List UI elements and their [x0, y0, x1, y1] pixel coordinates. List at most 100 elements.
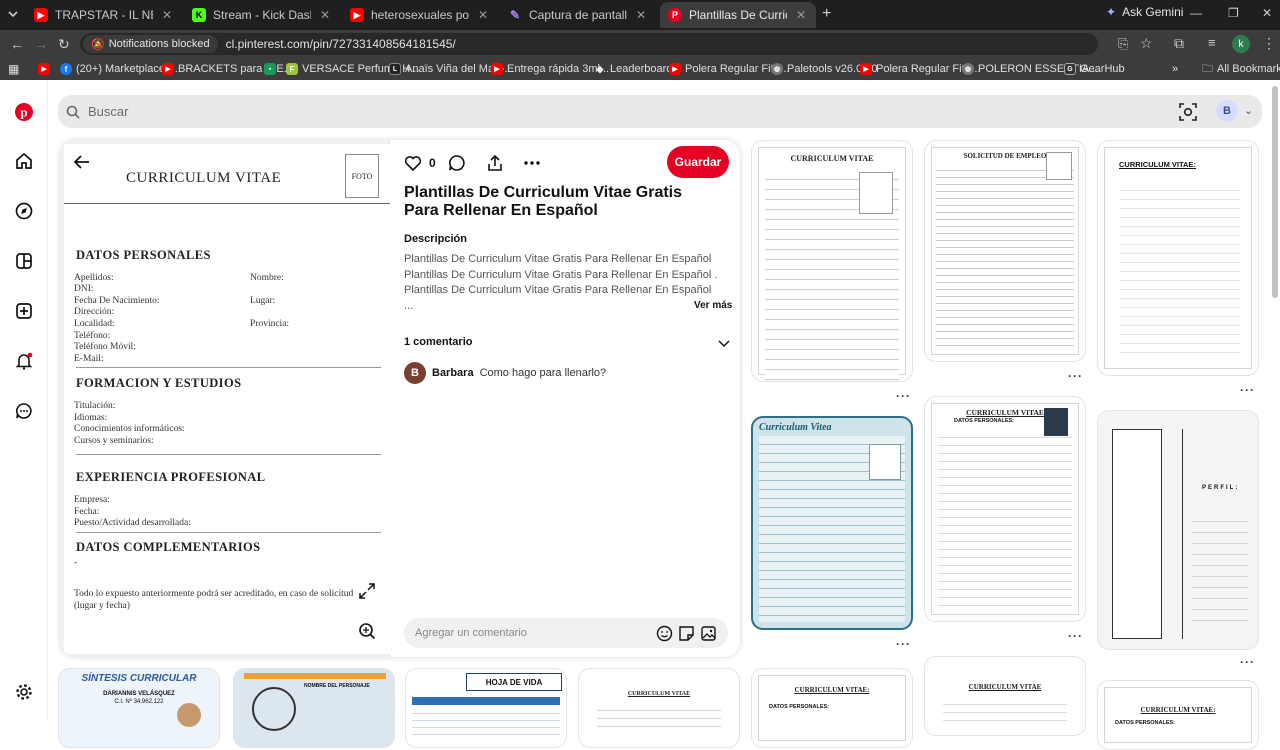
- related-pin-11[interactable]: CURRICULUM VITAE: [924, 656, 1086, 736]
- tab-kick[interactable]: K Stream - Kick Dashboard ✕: [184, 2, 340, 28]
- commenter-avatar[interactable]: B: [404, 362, 426, 384]
- profile-avatar[interactable]: k: [1232, 35, 1250, 53]
- bookmarks-bar: ▦ ▶ f (20+) Marketplace -... ▶ BRACKETS pa…: [0, 58, 1280, 80]
- related-pin-1[interactable]: SOLICITUD DE EMPLEO: [924, 140, 1086, 362]
- menu-kebab-icon[interactable]: ⋮: [1262, 35, 1276, 52]
- cv-footer-note: Todo lo expuesto anteriormente podrá ser…: [74, 589, 354, 611]
- related-pin-more-icon[interactable]: ···: [896, 389, 911, 403]
- game-icon: ◆: [596, 63, 604, 74]
- emoji-icon[interactable]: [656, 625, 673, 642]
- comments-heading[interactable]: 1 comentario: [404, 336, 472, 348]
- notifications-bell-icon[interactable]: [12, 349, 36, 373]
- like-button[interactable]: 0: [404, 152, 436, 174]
- tab-youtube-2[interactable]: ▶ heterosexuales por opcion ✕: [342, 2, 498, 28]
- bookmarks-overflow-icon[interactable]: »: [1172, 61, 1178, 77]
- search-bar[interactable]: Buscar: [58, 95, 1262, 128]
- boards-icon[interactable]: [12, 249, 36, 273]
- apps-icon[interactable]: ▦: [8, 61, 19, 77]
- related-pin-more-icon[interactable]: ···: [896, 637, 911, 651]
- window-close-icon[interactable]: ✕: [1262, 6, 1272, 20]
- see-more-link[interactable]: Ver más: [694, 300, 732, 311]
- omnibox[interactable]: 🔕 Notifications blocked cl.pinterest.com…: [80, 33, 1098, 55]
- bookmark-7[interactable]: ◆ Leaderboards: [594, 61, 678, 77]
- related-pin-8[interactable]: HOJA DE VIDA: [405, 668, 567, 748]
- close-icon[interactable]: ✕: [476, 8, 490, 22]
- reload-icon[interactable]: ↻: [58, 36, 70, 53]
- close-icon[interactable]: ✕: [160, 8, 174, 22]
- tab-search-icon[interactable]: [6, 7, 20, 21]
- lightshot-icon: ✎: [509, 8, 521, 22]
- related-pin-4[interactable]: CURRICULUM VITAE DATOS PERSONALES:: [924, 396, 1086, 622]
- related-pin-5[interactable]: PERFIL:: [1097, 410, 1259, 650]
- related-pin-0[interactable]: CURRICULUM VITAE: [751, 140, 913, 382]
- gemini-icon: ✦: [1106, 5, 1117, 19]
- settings-gear-icon[interactable]: [12, 680, 36, 704]
- new-tab-icon[interactable]: +: [822, 5, 831, 23]
- tab-pinterest[interactable]: P Plantillas De Curriculum Vitae G ✕: [660, 2, 816, 28]
- comment-bubble-icon[interactable]: [448, 152, 466, 174]
- profile-photo: [1044, 408, 1068, 436]
- form-lines: [412, 707, 560, 737]
- maximize-icon[interactable]: ❐: [1228, 6, 1239, 20]
- back-icon[interactable]: ←: [10, 36, 24, 52]
- bookmark-12[interactable]: G GearHub: [1064, 61, 1125, 77]
- more-options-icon[interactable]: [523, 152, 541, 174]
- page-scrollbar-thumb[interactable]: [1272, 86, 1278, 298]
- back-arrow-icon[interactable]: [72, 152, 96, 172]
- related-pin-2[interactable]: CURRICULUM VITAE:: [1097, 140, 1259, 376]
- related-pin-3[interactable]: Curriculum Vitea: [751, 416, 913, 630]
- related-pin-more-icon[interactable]: ···: [1240, 383, 1255, 397]
- related-pin-7[interactable]: NOMBRE DEL PERSONAJE: [233, 668, 395, 748]
- share-icon[interactable]: [486, 152, 504, 174]
- home-icon[interactable]: [12, 149, 36, 173]
- comment-author[interactable]: Barbara: [432, 367, 474, 379]
- related-pin-more-icon[interactable]: ···: [1240, 655, 1255, 669]
- bookmark-3[interactable]: ▪: [264, 61, 276, 77]
- visual-search-lens-icon[interactable]: [358, 622, 376, 640]
- related-pin-9[interactable]: CURRICULUM VITAE: [578, 668, 740, 748]
- account-chevron-down-icon[interactable]: ⌄: [1244, 104, 1253, 117]
- extensions-icon[interactable]: ⧉: [1174, 35, 1184, 52]
- bookmark-6[interactable]: ▶ Entrega rápida 3ml...: [491, 61, 609, 77]
- close-icon[interactable]: ✕: [318, 8, 332, 22]
- forward-icon[interactable]: →: [34, 36, 48, 52]
- related-pin-more-icon[interactable]: ···: [1068, 369, 1083, 383]
- photo-placeholder: [869, 444, 901, 480]
- bookmark-0[interactable]: ▶: [38, 61, 50, 77]
- related-pin-12[interactable]: CURRICULUM VITAE: DATOS PERSONALES:: [1097, 680, 1259, 750]
- cv-field: Idiomas:: [74, 413, 108, 423]
- close-icon[interactable]: ✕: [634, 8, 648, 22]
- pinterest-logo-icon[interactable]: p: [12, 100, 36, 124]
- save-button[interactable]: Guardar: [667, 146, 729, 178]
- tab-lightshot[interactable]: ✎ Captura de pantalla por Lightsh ✕: [500, 2, 656, 28]
- user-avatar[interactable]: B: [1216, 100, 1238, 122]
- tab-trapstar[interactable]: ▶ TRAPSTAR - IL NENE (VIDEO OFI ✕: [26, 2, 182, 28]
- install-icon[interactable]: ⎘: [1118, 36, 1128, 52]
- related-pin-10[interactable]: CURRICULUM VITAE: DATOS PERSONALES:: [751, 668, 913, 748]
- create-icon[interactable]: [12, 299, 36, 323]
- comments-chevron-down-icon[interactable]: [717, 336, 731, 350]
- messages-icon[interactable]: [12, 399, 36, 423]
- cv-section-education: FORMACION Y ESTUDIOS: [76, 376, 242, 390]
- pin-image[interactable]: CURRICULUM VITAE FOTO DATOS PERSONALES A…: [60, 140, 390, 657]
- explore-icon[interactable]: [12, 199, 36, 223]
- ask-gemini-button[interactable]: ✦ Ask Gemini: [1106, 5, 1183, 19]
- url-text[interactable]: cl.pinterest.com/pin/727331408564181545/: [226, 37, 456, 51]
- comment-text: Como hago para llenarlo?: [479, 367, 607, 379]
- bookmark-star-icon[interactable]: ☆: [1140, 35, 1153, 52]
- related-pin-6[interactable]: SÍNTESIS CURRICULAR DARIANNIS VELÁSQUEZ …: [58, 668, 220, 748]
- image-upload-icon[interactable]: [700, 625, 717, 642]
- search-input[interactable]: Buscar: [88, 104, 128, 119]
- cv-field: Provincia:: [250, 319, 290, 329]
- notifications-blocked-chip[interactable]: 🔕 Notifications blocked: [83, 35, 218, 53]
- close-icon[interactable]: ✕: [794, 8, 808, 22]
- expand-icon[interactable]: [358, 582, 376, 600]
- sticker-icon[interactable]: [678, 625, 695, 642]
- visual-search-icon[interactable]: [1178, 102, 1198, 122]
- related-pin-more-icon[interactable]: ···: [1068, 629, 1083, 643]
- cv-divider: [76, 454, 381, 455]
- all-bookmarks[interactable]: 🗀All Bookmarks: [1202, 61, 1280, 77]
- minimize-icon[interactable]: —: [1190, 6, 1202, 20]
- media-icon[interactable]: ≡: [1208, 35, 1216, 50]
- cv-field: Empresa:: [74, 495, 110, 505]
